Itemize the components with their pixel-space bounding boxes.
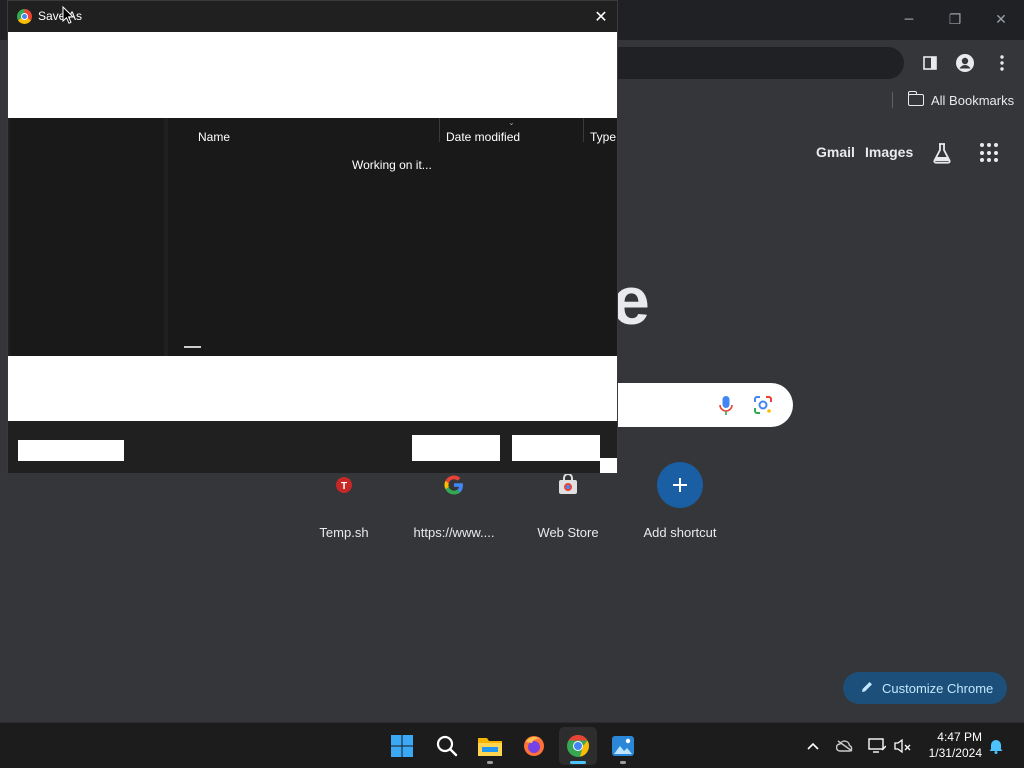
scroll-indicator — [184, 346, 201, 348]
hide-folders-button[interactable] — [18, 440, 124, 461]
save-button[interactable] — [412, 435, 500, 461]
all-bookmarks-label: All Bookmarks — [931, 92, 1015, 108]
shortcut-temp-sh[interactable]: T Temp.sh — [289, 462, 399, 540]
clock[interactable]: 4:47 PM 1/31/2024 — [916, 729, 982, 761]
google-apps-icon[interactable] — [980, 143, 1000, 163]
notification-bell-icon[interactable] — [986, 736, 1006, 756]
add-shortcut-button[interactable]: Add shortcut — [625, 462, 735, 540]
close-window-button[interactable]: ✕ — [978, 4, 1024, 36]
taskbar: 4:47 PM 1/31/2024 — [0, 722, 1024, 768]
dialog-footer — [8, 421, 617, 473]
column-divider[interactable] — [583, 118, 584, 142]
start-button[interactable] — [383, 727, 421, 765]
chrome-icon — [567, 735, 589, 757]
chrome-icon — [17, 9, 32, 24]
shortcut-label: Add shortcut — [643, 525, 717, 540]
bookmarks-separator — [892, 92, 893, 108]
column-divider[interactable] — [439, 118, 440, 142]
photos-button[interactable] — [604, 727, 642, 765]
onedrive-icon[interactable] — [835, 736, 855, 756]
menu-icon[interactable] — [989, 50, 1015, 76]
temp-sh-favicon-letter: T — [341, 481, 347, 492]
file-list[interactable]: Name ⌄ Date modified Type Working on it.… — [168, 118, 617, 356]
search-button[interactable] — [428, 727, 466, 765]
windows-logo-icon — [391, 735, 413, 757]
running-indicator — [620, 761, 626, 764]
dialog-title-bar[interactable]: Save As ✕ — [8, 1, 617, 32]
dialog-filename-area — [8, 356, 617, 421]
column-header-date-modified[interactable]: Date modified — [446, 130, 520, 144]
photos-icon — [612, 736, 634, 756]
shortcut-label: Temp.sh — [319, 525, 369, 540]
chrome-taskbar-button[interactable] — [559, 727, 597, 765]
volume-muted-icon[interactable] — [893, 736, 913, 756]
active-indicator — [570, 761, 586, 764]
save-as-dialog: Save As ✕ Name ⌄ Date modified Type Work… — [7, 0, 618, 473]
navigation-pane[interactable] — [10, 118, 164, 356]
pencil-icon — [860, 680, 874, 697]
search-icon — [436, 735, 458, 757]
labs-flask-icon[interactable] — [930, 141, 954, 165]
all-bookmarks-button[interactable]: All Bookmarks — [907, 90, 1015, 110]
customize-chrome-button[interactable]: Customize Chrome — [843, 672, 1007, 704]
gmail-link[interactable]: Gmail — [816, 144, 855, 160]
column-header-name[interactable]: Name — [198, 130, 230, 144]
plus-icon — [657, 462, 703, 508]
mouse-pointer-icon — [62, 5, 75, 24]
file-explorer-button[interactable] — [471, 727, 509, 765]
cancel-button[interactable] — [512, 435, 600, 461]
column-header-type[interactable]: Type — [590, 130, 616, 144]
firefox-icon — [524, 736, 544, 756]
resize-grip[interactable] — [600, 458, 617, 473]
shortcut-google[interactable]: https://www.... — [399, 462, 509, 540]
clock-time: 4:47 PM — [937, 730, 982, 744]
shortcut-label: https://www.... — [413, 525, 495, 540]
folder-icon — [478, 738, 502, 756]
dialog-title: Save As — [38, 9, 83, 23]
customize-chrome-label: Customize Chrome — [882, 680, 994, 696]
restore-button[interactable]: ❐ — [932, 4, 978, 36]
clock-date: 1/31/2024 — [928, 746, 982, 760]
profile-icon[interactable] — [952, 50, 978, 76]
show-hidden-icons-chevron-icon[interactable] — [803, 736, 823, 756]
folder-icon — [907, 91, 924, 106]
google-lens-icon[interactable] — [753, 395, 773, 415]
running-indicator — [487, 761, 493, 764]
side-panel-icon[interactable] — [917, 50, 943, 76]
minimize-button[interactable]: ─ — [886, 4, 932, 36]
network-icon[interactable] — [867, 736, 887, 756]
firefox-button[interactable] — [515, 727, 553, 765]
sort-chevron-icon: ⌄ — [508, 118, 515, 127]
shortcut-web-store[interactable]: Web Store — [513, 462, 623, 540]
images-link[interactable]: Images — [865, 144, 913, 160]
dialog-close-button[interactable]: ✕ — [588, 5, 614, 27]
loading-status: Working on it... — [352, 158, 432, 172]
voice-search-icon[interactable] — [719, 395, 733, 417]
dialog-address-area — [8, 32, 617, 118]
shortcut-label: Web Store — [537, 525, 599, 540]
